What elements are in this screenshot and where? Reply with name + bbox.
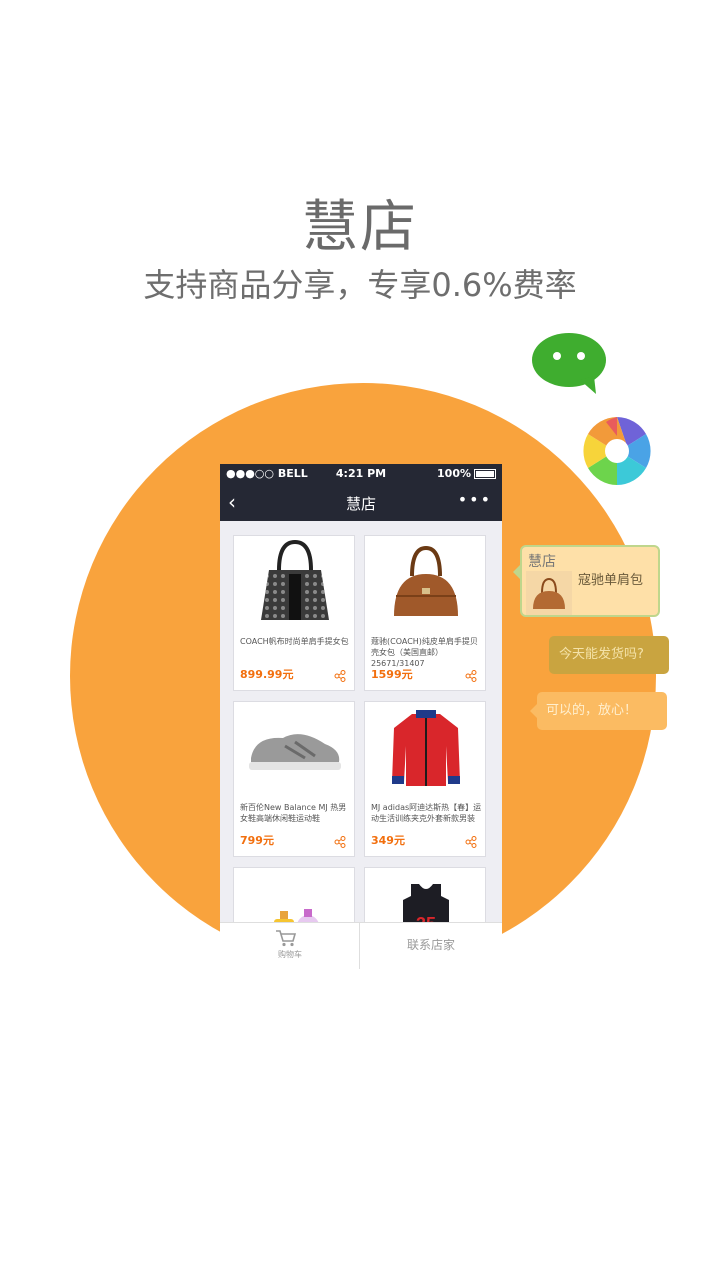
product-card[interactable]: MJ adidas阿迪达斯热【春】运动生活训练夹克外套新款男装 349元: [364, 701, 486, 857]
share-icon[interactable]: [465, 836, 477, 848]
share-icon[interactable]: [465, 670, 477, 682]
bubble-title: 慧店: [528, 554, 556, 570]
product-price: 349元: [371, 834, 405, 847]
battery-status: 100%: [437, 467, 496, 480]
product-image-brown-handbag: [365, 536, 487, 628]
product-image-grey-sneaker: [234, 702, 356, 794]
contact-seller-button[interactable]: 联系店家: [360, 923, 502, 969]
product-card[interactable]: 新百伦New Balance MJ 热男女鞋高端休闲鞋运动鞋 799元: [233, 701, 355, 857]
cart-icon: [276, 930, 297, 947]
bubble-product-thumbnail: [526, 571, 572, 615]
product-image-red-jacket: [365, 702, 487, 794]
product-image-black-handbag: [234, 536, 356, 628]
chat-message-bubble: 今天能发货吗?: [549, 636, 669, 674]
product-card[interactable]: COACH帆布时尚单肩手提女包 899.99元: [233, 535, 355, 691]
product-name: 新百伦New Balance MJ 热男女鞋高端休闲鞋运动鞋: [240, 803, 347, 823]
battery-percent: 100%: [437, 467, 471, 480]
share-icon[interactable]: [334, 836, 346, 848]
more-icon[interactable]: •••: [458, 490, 492, 509]
product-price: 1599元: [371, 668, 413, 681]
bottom-bar: 购物车 联系店家: [220, 922, 502, 969]
battery-icon: [474, 468, 496, 479]
product-name: COACH帆布时尚单肩手提女包: [240, 637, 349, 646]
shared-product-bubble: 慧店 寇驰单肩包: [513, 545, 660, 617]
phone-mockup: ●●●○○ BELL 4:21 PM 100% ‹ 慧店 ••• COACH帆布…: [220, 464, 502, 969]
page-title: 慧店: [302, 195, 418, 260]
product-name: MJ adidas阿迪达斯热【春】运动生活训练夹克外套新款男装: [371, 803, 482, 823]
moments-aperture-icon: [583, 417, 651, 485]
chat-reply-bubble: 可以的，放心！: [530, 692, 667, 730]
product-name: 蔻驰(COACH)纯皮单肩手提贝壳女包（美国直邮）25671/31407: [371, 637, 478, 668]
status-bar: ●●●○○ BELL 4:21 PM 100%: [220, 464, 502, 484]
nav-bar: ‹ 慧店 •••: [220, 484, 502, 521]
product-card[interactable]: 蔻驰(COACH)纯皮单肩手提贝壳女包（美国直邮）25671/31407 159…: [364, 535, 486, 691]
wechat-icon: [532, 333, 606, 394]
cart-label: 购物车: [278, 950, 302, 959]
product-price: 899.99元: [240, 668, 294, 681]
cart-button[interactable]: 购物车: [220, 923, 360, 969]
page-subtitle: 支持商品分享，专享0.6%费率: [143, 266, 577, 304]
share-icon[interactable]: [334, 670, 346, 682]
bubble-product-text: 寇驰单肩包: [578, 573, 644, 588]
product-price: 799元: [240, 834, 274, 847]
